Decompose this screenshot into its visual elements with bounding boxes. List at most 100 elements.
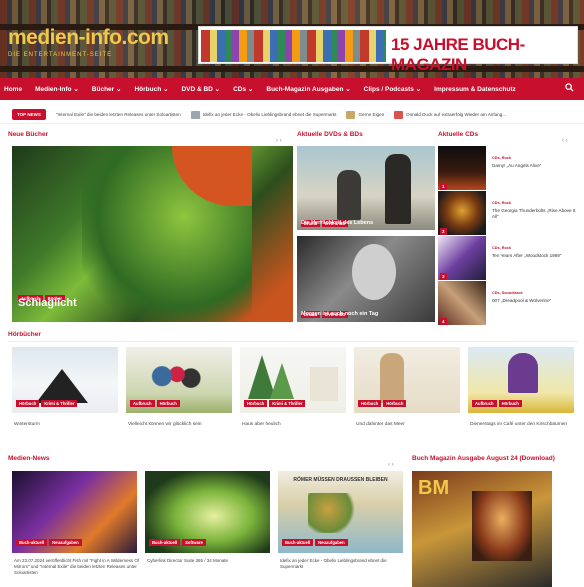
hoerbuch-tags: Hörbuch Krimi & Thriller bbox=[16, 392, 79, 410]
cd-rank-badge: 3 bbox=[440, 273, 447, 280]
hoerbuch-image-figure bbox=[508, 353, 538, 393]
ticker-thumbnail bbox=[394, 110, 404, 119]
nav-item-buecher[interactable]: Bücher ⌄ bbox=[92, 85, 122, 93]
dvd-image-figure bbox=[385, 154, 411, 224]
hoerbuch-card[interactable]: Aufbruch Hörbuch bbox=[126, 347, 232, 413]
category-tag[interactable]: Hörbuch bbox=[156, 400, 180, 407]
news-card-image[interactable]: RÖMER MÜSSEN DRAUSSEN BLEIBEN Buch-aktue… bbox=[278, 471, 403, 553]
cd-list-item[interactable]: 3 CDs, Rock Ten Years After „Woodstock 1… bbox=[438, 236, 578, 282]
ticker-item[interactable]: Idefix an jeder Ecke - Obelix Lieblingsb… bbox=[190, 110, 337, 119]
ticker-item-text: "Internal Exile" die beiden letzten Rele… bbox=[55, 112, 181, 117]
category-tag[interactable]: Neuaufgaben bbox=[315, 539, 348, 546]
section-title-hoerbuecher[interactable]: Hörbücher bbox=[8, 331, 41, 338]
category-tag[interactable]: Aufbruch bbox=[130, 400, 155, 407]
cd-list-item[interactable]: 1 CDs, Rock Damy! „Au Angels Alive“ bbox=[438, 146, 578, 192]
buch-magazin-cover[interactable]: BM bbox=[412, 471, 552, 587]
main-nav: Home Medien-Info ⌄ Bücher ⌄ Hörbuch ⌄ DV… bbox=[0, 78, 584, 100]
hoerbuch-title[interactable]: Vielleicht können wir glücklich sein bbox=[128, 422, 238, 427]
hoerbuch-title[interactable]: Und dahinter das Meer bbox=[356, 422, 466, 427]
hoerbuch-tags: Hörbuch Krimi & Thriller bbox=[244, 392, 307, 410]
section-title-dvds[interactable]: Aktuelle DVDs & BDs bbox=[297, 131, 363, 138]
carousel-arrows[interactable]: ‹ › bbox=[276, 138, 282, 144]
category-tag[interactable]: Buch-aktuell bbox=[149, 539, 181, 546]
top-news-badge: TOP NEWS bbox=[12, 109, 46, 120]
news-banner-text: RÖMER MÜSSEN DRAUSSEN BLEIBEN bbox=[293, 477, 388, 483]
nav-item-cds[interactable]: CDs ⌄ bbox=[233, 85, 253, 93]
ticker-item-text: Donald Duck auf extraerfolg Wieder am An… bbox=[406, 112, 507, 117]
category-tag[interactable]: Buch-aktuell bbox=[16, 539, 48, 546]
nav-item-clips-podcasts[interactable]: Clips / Podcasts ⌄ bbox=[364, 85, 421, 93]
section-divider bbox=[8, 341, 578, 342]
category-tag[interactable]: Hörbuch bbox=[383, 400, 407, 407]
hoerbuch-tags: Hörbuch Hörbuch bbox=[358, 392, 408, 410]
cd-category[interactable]: CDs, Rock bbox=[492, 201, 511, 205]
nav-item-hoerbuch[interactable]: Hörbuch ⌄ bbox=[134, 85, 168, 93]
ticker-item[interactable]: "Internal Exile" die beiden letzten Rele… bbox=[56, 112, 181, 117]
category-tag[interactable]: Hörbuch bbox=[498, 400, 522, 407]
nav-item-dvd-bd[interactable]: DVD & BD ⌄ bbox=[181, 85, 220, 93]
section-title-buch-magazin[interactable]: Buch Magazin Ausgabe August 24 (Download… bbox=[412, 455, 555, 462]
category-tag[interactable]: Krimi & Thriller bbox=[269, 400, 306, 407]
magazine-logo: BM bbox=[418, 477, 450, 499]
section-title-medien-news[interactable]: Medien-News bbox=[8, 455, 50, 462]
carousel-arrows[interactable]: ‹ › bbox=[388, 462, 394, 468]
hoerbuch-card[interactable]: Hörbuch Krimi & Thriller bbox=[12, 347, 118, 413]
cd-category[interactable]: CDs, Soundtrack bbox=[492, 291, 523, 295]
ticker-item-text: Idefix an jeder Ecke - Obelix Lieblingsb… bbox=[202, 112, 337, 117]
nav-item-impressum[interactable]: Impressum & Datenschutz bbox=[434, 86, 516, 93]
category-tag[interactable]: Software bbox=[182, 539, 206, 546]
hoerbuch-card[interactable]: Aufbruch Hörbuch bbox=[468, 347, 574, 413]
site-tagline: DIE ENTERTAINMENT-SEITE bbox=[8, 52, 113, 58]
search-icon[interactable] bbox=[565, 83, 574, 92]
category-tag[interactable]: Buch-aktuell bbox=[282, 539, 314, 546]
ticker-item[interactable]: Gerne Eigen bbox=[346, 110, 384, 119]
nav-item-buch-magazin[interactable]: Buch-Magazin Ausgaben ⌄ bbox=[266, 85, 350, 93]
hoerbuch-title[interactable]: Wintersturm bbox=[14, 422, 124, 427]
category-tag[interactable]: Neuaufgaben bbox=[49, 539, 82, 546]
news-tags: Buch-aktuell Neuaufgaben bbox=[16, 531, 84, 549]
category-tag[interactable]: Hörbuch bbox=[358, 400, 382, 407]
news-card-image[interactable]: Buch-aktuell Software bbox=[145, 471, 270, 553]
hero-title[interactable]: Schlaglicht bbox=[18, 297, 77, 309]
nav-item-medien-info[interactable]: Medien-Info ⌄ bbox=[35, 85, 79, 93]
category-tag[interactable]: Krimi & Thriller bbox=[41, 400, 78, 407]
section-title-neue-buecher[interactable]: Neue Bücher bbox=[8, 131, 48, 138]
news-excerpt[interactable]: Cyberlink Director Suite 365 / 34 Monate bbox=[147, 558, 275, 564]
category-tag[interactable]: Hörbuch bbox=[244, 400, 268, 407]
hoerbuch-image-house bbox=[310, 367, 338, 401]
category-tag[interactable]: Aufbruch bbox=[472, 400, 497, 407]
hoerbuch-title[interactable]: Dienerstags im Café unter den Kirschbäum… bbox=[470, 422, 580, 427]
cd-list-item[interactable]: 4 CDs, Soundtrack 007 „Dreadpool & Wolve… bbox=[438, 281, 578, 327]
news-card-image[interactable]: Buch-aktuell Neuaufgaben bbox=[12, 471, 137, 553]
ticker-item[interactable]: Donald Duck auf extraerfolg Wieder am An… bbox=[394, 110, 507, 119]
category-tag[interactable]: Hörbuch bbox=[16, 400, 40, 407]
cd-category[interactable]: CDs, Rock bbox=[492, 246, 511, 250]
news-tags: Buch-aktuell Software bbox=[149, 531, 208, 549]
hoerbuch-card[interactable]: Hörbuch Hörbuch bbox=[354, 347, 460, 413]
news-tags: Buch-aktuell Neuaufgaben bbox=[282, 531, 350, 549]
dvd-card-title[interactable]: Die Herrlichkeit des Lebens bbox=[301, 220, 373, 226]
cd-rank-badge: 4 bbox=[440, 318, 447, 325]
cd-category[interactable]: CDs, Rock bbox=[492, 156, 511, 160]
cd-rank-badge: 1 bbox=[440, 183, 447, 190]
news-image-comic bbox=[308, 493, 358, 533]
nav-item-home[interactable]: Home bbox=[4, 86, 22, 93]
hoerbuch-title[interactable]: Haus aber heulich bbox=[242, 422, 352, 427]
ticker-thumbnail bbox=[190, 110, 200, 119]
anniversary-banner[interactable]: 15 JAHRE BUCH-MAGAZIN bbox=[198, 26, 578, 74]
cd-title[interactable]: Ten Years After „Woodstock 1969“ bbox=[492, 253, 576, 259]
banner-text: 15 JAHRE BUCH-MAGAZIN bbox=[391, 35, 525, 74]
section-title-cds[interactable]: Aktuelle CDs bbox=[438, 131, 478, 138]
news-excerpt[interactable]: Am 23.07.2024 veröffentlicht Fish mit "F… bbox=[14, 558, 142, 576]
hoerbuch-card[interactable]: Hörbuch Krimi & Thriller bbox=[240, 347, 346, 413]
cd-title[interactable]: The Georgia Thunderbolts „Rise Above It … bbox=[492, 208, 576, 219]
carousel-arrows[interactable]: ‹ › bbox=[562, 138, 568, 144]
cd-title[interactable]: 007 „Dreadpool & Wolverine“ bbox=[492, 298, 576, 304]
site-logo[interactable]: medien-info.com bbox=[8, 26, 169, 50]
cd-list-item[interactable]: 2 CDs, Rock The Georgia Thunderbolts „Ri… bbox=[438, 191, 578, 237]
hoerbuch-tags: Aufbruch Hörbuch bbox=[130, 392, 182, 410]
cd-title[interactable]: Damy! „Au Angels Alive“ bbox=[492, 163, 576, 169]
news-excerpt[interactable]: Idefix an jeder Ecke - Obelix Lieblingsb… bbox=[280, 558, 408, 570]
cd-rank-badge: 2 bbox=[440, 228, 447, 235]
dvd-card-title[interactable]: Morgen ist auch noch ein Tag bbox=[301, 311, 378, 317]
